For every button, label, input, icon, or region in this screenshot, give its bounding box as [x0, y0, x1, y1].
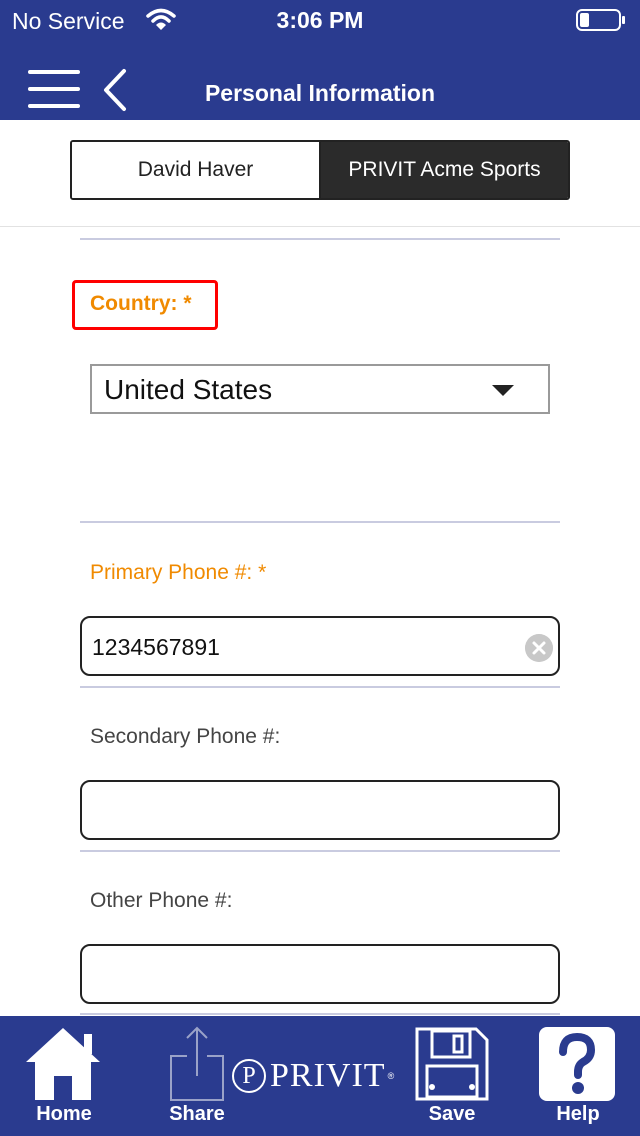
battery-icon — [576, 9, 625, 31]
country-select[interactable]: United States — [90, 364, 550, 414]
segment-left-label: David Haver — [137, 158, 254, 181]
tab-help[interactable]: Help — [528, 1016, 628, 1136]
other-phone-label: Other Phone #: — [90, 889, 233, 912]
field-divider — [80, 1013, 560, 1015]
clear-text-icon[interactable] — [525, 634, 553, 662]
registered-mark: ® — [387, 1071, 395, 1081]
other-phone-field[interactable] — [80, 944, 560, 1004]
help-question-icon — [539, 1027, 615, 1101]
primary-phone-label: Primary Phone #: * — [90, 561, 267, 584]
privit-logo-text: PRIVIT — [270, 1057, 386, 1094]
segment-privit-acme-sports[interactable]: PRIVIT Acme Sports — [321, 142, 568, 198]
secondary-phone-label: Secondary Phone #: — [90, 725, 281, 748]
tab-home-label: Home — [36, 1103, 92, 1125]
tab-save[interactable]: Save — [402, 1016, 502, 1136]
country-label: Country: * — [90, 292, 192, 315]
floppy-disk-icon — [415, 1027, 489, 1101]
privit-logo: P PRIVIT ® — [232, 1056, 394, 1096]
country-select-value: United States — [104, 374, 273, 405]
primary-phone-value: 1234567891 — [92, 634, 220, 660]
tab-help-label: Help — [556, 1103, 600, 1125]
top-bar: No Service 3:06 PM Personal Information — [0, 0, 640, 120]
status-time: 3:06 PM — [276, 7, 364, 33]
page-title: Personal Information — [204, 80, 436, 106]
tab-save-label: Save — [428, 1103, 476, 1125]
tab-share-label: Share — [169, 1103, 225, 1125]
caret-down-icon — [492, 385, 514, 396]
segment-david-haver[interactable]: David Haver — [72, 142, 321, 198]
primary-phone-field[interactable]: 1234567891 — [80, 616, 560, 676]
app-screen: No Service 3:06 PM Personal Information … — [0, 0, 640, 1136]
privit-logo-mark: P — [232, 1059, 266, 1093]
account-segmented-control: David Haver PRIVIT Acme Sports — [70, 140, 570, 200]
segment-right-label: PRIVIT Acme Sports — [348, 158, 541, 181]
tab-home[interactable]: Home — [14, 1016, 114, 1136]
share-icon — [170, 1026, 224, 1101]
field-divider — [80, 686, 560, 688]
home-icon — [26, 1028, 100, 1100]
field-divider — [80, 521, 560, 523]
field-divider — [80, 850, 560, 852]
secondary-phone-field[interactable] — [80, 780, 560, 840]
header-divider — [0, 226, 640, 227]
bottom-tab-bar: Home Share P PRIVIT ® Save Help — [0, 1016, 640, 1136]
field-divider — [80, 238, 560, 240]
